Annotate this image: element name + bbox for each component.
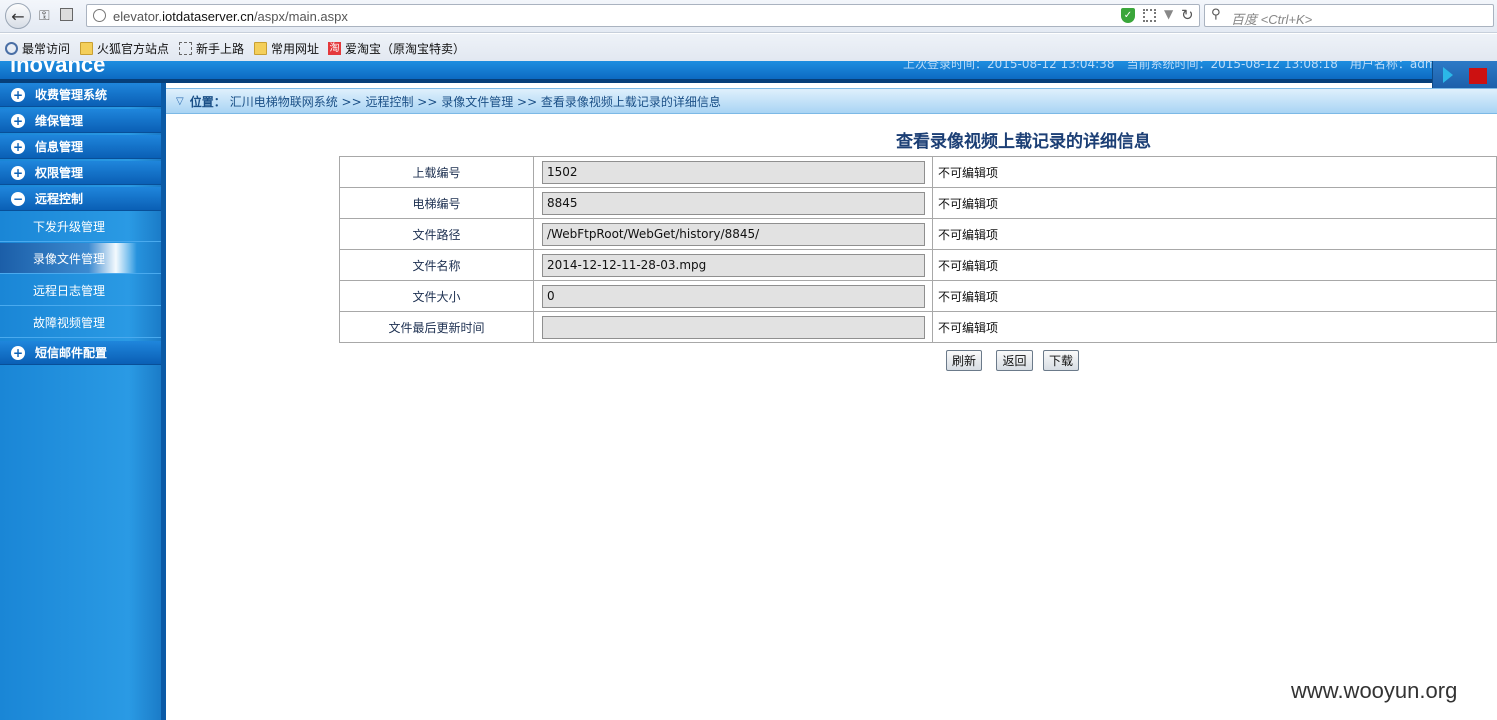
folder-icon: [254, 41, 267, 55]
row-label: 文件路径: [339, 218, 534, 250]
menu-group-sms-email[interactable]: + 短信邮件配置: [0, 341, 161, 365]
file-path-field: /WebFtpRoot/WebGet/history/8845/: [542, 222, 925, 246]
chevron-down-icon: ▽: [176, 95, 184, 107]
globe-icon: [93, 9, 106, 22]
menu-group-info[interactable]: + 信息管理: [0, 135, 161, 159]
table-row: 文件大小 0 不可编辑项: [339, 280, 1497, 312]
browser-toolbar: ← ⚿ elevator.iotdataserver.cn/aspx/main.…: [0, 0, 1497, 33]
bookmark-most-visited[interactable]: 最常访问: [5, 40, 70, 56]
last-updated-field: [542, 315, 925, 339]
reload-icon[interactable]: ↻: [1181, 6, 1194, 24]
elevator-id-field: 8845: [542, 191, 925, 215]
row-note: 不可编辑项: [932, 249, 1497, 281]
search-icon: ⚲: [1211, 7, 1221, 22]
chevron-down-icon[interactable]: ▼: [1164, 7, 1173, 21]
menu-item-label: 远程日志管理: [33, 283, 106, 298]
menu-group-remote-control[interactable]: − 远程控制: [0, 187, 161, 211]
row-label: 文件大小: [339, 280, 534, 312]
address-bar[interactable]: elevator.iotdataserver.cn/aspx/main.aspx…: [86, 4, 1200, 27]
minus-icon: −: [11, 191, 25, 206]
bookmarks-bar: 最常访问 火狐官方站点 新手上路 常用网址 淘爱淘宝（原淘宝特卖）: [0, 34, 1497, 61]
magnifier-icon: [5, 41, 18, 55]
row-label: 文件名称: [339, 249, 534, 281]
menu-item-fault-video[interactable]: 故障视频管理: [0, 307, 161, 338]
row-note: 不可编辑项: [932, 311, 1497, 343]
plus-icon: +: [11, 165, 25, 180]
row-label: 文件最后更新时间: [339, 311, 534, 343]
key-icon[interactable]: ⚿: [39, 8, 50, 24]
menu-group-label: 收费管理系统: [35, 88, 108, 102]
refresh-button[interactable]: 刷新: [946, 350, 982, 371]
app-logo: inovance: [10, 61, 106, 77]
page-title: 查看录像视频上载记录的详细信息: [896, 132, 1151, 152]
page-icon: [179, 41, 192, 55]
back-arrow-icon: ←: [11, 6, 25, 26]
back-button-page[interactable]: 返回: [996, 350, 1033, 371]
search-input[interactable]: ⚲ 百度 <Ctrl+K>: [1204, 4, 1494, 27]
menu-item-upgrade[interactable]: 下发升级管理: [0, 211, 161, 242]
row-label: 电梯编号: [339, 187, 534, 219]
row-label: 上载编号: [339, 156, 534, 188]
qr-code-icon[interactable]: [1143, 9, 1156, 22]
stop-icon[interactable]: [1469, 68, 1487, 84]
header-info: 上次登录时间：2015-08-12 13:04:38 当前系统时间：2015-0…: [903, 61, 1497, 71]
plus-icon: +: [11, 113, 25, 128]
url-text: elevator.iotdataserver.cn/aspx/main.aspx: [113, 9, 348, 24]
menu-item-remote-logs[interactable]: 远程日志管理: [0, 275, 161, 306]
plus-icon: +: [11, 139, 25, 154]
bookmark-firefox-site[interactable]: 火狐官方站点: [80, 40, 169, 56]
menu-group-label: 维保管理: [35, 114, 84, 128]
header-divider: [0, 79, 1432, 83]
breadcrumb-path: 汇川电梯物联网系统 >> 远程控制 >> 录像文件管理 >> 查看录像视频上载记…: [229, 94, 721, 109]
menu-group-label: 远程控制: [35, 192, 84, 206]
breadcrumb-label: 位置：: [189, 94, 226, 109]
plus-icon: +: [11, 345, 25, 360]
table-row: 上载编号 1502 不可编辑项: [339, 156, 1497, 188]
row-note: 不可编辑项: [932, 187, 1497, 219]
app-header: inovance 上次登录时间：2015-08-12 13:04:38 当前系统…: [0, 61, 1497, 79]
menu-group-permissions[interactable]: + 权限管理: [0, 161, 161, 185]
upload-id-field: 1502: [542, 160, 925, 184]
menu-item-label: 故障视频管理: [33, 315, 106, 330]
page-info-icon[interactable]: [60, 8, 73, 21]
breadcrumb: ▽ 位置： 汇川电梯物联网系统 >> 远程控制 >> 录像文件管理 >> 查看录…: [166, 88, 1497, 114]
menu-group-label: 权限管理: [35, 166, 84, 180]
detail-table: 上载编号 1502 不可编辑项 电梯编号 8845 不可编辑项 文件路径 /We…: [339, 156, 1497, 343]
row-note: 不可编辑项: [932, 280, 1497, 312]
folder-icon: [80, 41, 93, 55]
table-row: 电梯编号 8845 不可编辑项: [339, 187, 1497, 219]
download-button[interactable]: 下载: [1043, 350, 1079, 371]
play-icon[interactable]: [1443, 67, 1453, 83]
bookmark-taobao[interactable]: 淘爱淘宝（原淘宝特卖）: [328, 40, 465, 56]
row-note: 不可编辑项: [932, 218, 1497, 250]
watermark: www.wooyun.org: [1291, 678, 1458, 703]
file-size-field: 0: [542, 284, 925, 308]
taobao-icon: 淘: [328, 41, 341, 55]
sidebar: + 收费管理系统 + 维保管理 + 信息管理 + 权限管理 − 远程控制 下发升级管理 录…: [0, 83, 166, 720]
file-name-field: 2014-12-12-11-28-03.mpg: [542, 253, 925, 277]
menu-group-billing[interactable]: + 收费管理系统: [0, 83, 161, 107]
bookmark-getting-started[interactable]: 新手上路: [179, 40, 244, 56]
table-row: 文件最后更新时间 不可编辑项: [339, 311, 1497, 343]
menu-group-maintenance[interactable]: + 维保管理: [0, 109, 161, 133]
menu-item-label: 下发升级管理: [33, 219, 106, 234]
back-button[interactable]: ←: [5, 3, 31, 29]
menu-item-label: 录像文件管理: [33, 251, 106, 266]
plus-icon: +: [11, 87, 25, 102]
search-placeholder: 百度 <Ctrl+K>: [1231, 12, 1313, 27]
menu-group-label: 短信邮件配置: [35, 346, 108, 360]
header-controls: [1432, 61, 1497, 89]
menu-item-video-files[interactable]: 录像文件管理: [0, 243, 161, 274]
menu-group-label: 信息管理: [35, 140, 84, 154]
table-row: 文件名称 2014-12-12-11-28-03.mpg 不可编辑项: [339, 249, 1497, 281]
row-note: 不可编辑项: [932, 156, 1497, 188]
table-row: 文件路径 /WebFtpRoot/WebGet/history/8845/ 不可…: [339, 218, 1497, 250]
bookmark-common-sites[interactable]: 常用网址: [254, 40, 319, 56]
shield-icon[interactable]: ✓: [1121, 8, 1135, 23]
